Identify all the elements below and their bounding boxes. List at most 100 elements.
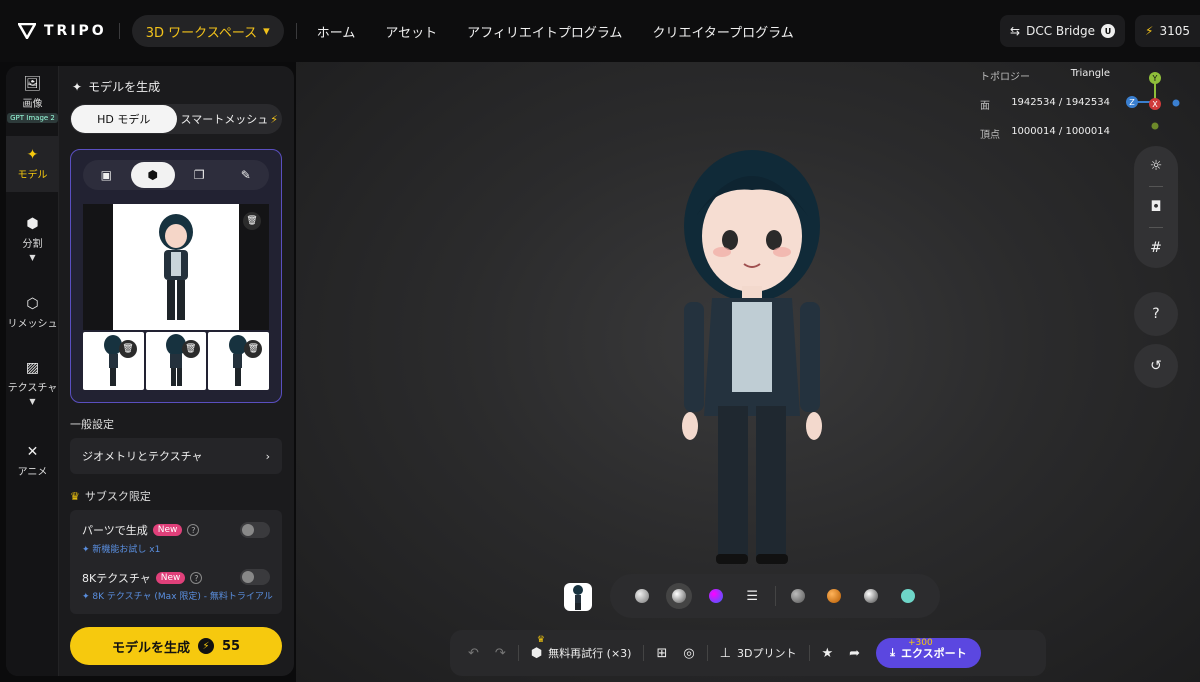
material-orange[interactable] [816,589,853,603]
rail-label: テクスチャ [7,383,58,394]
verts-value: 1000014 / 1000014 [1011,126,1110,137]
free-retry-button[interactable]: ♛ ⬢ 無料再試行 (×3) [523,630,640,676]
front-image [113,204,239,330]
view-thumbnails: 🗑 🗑 🗑 [83,332,270,390]
camera-icon[interactable]: ◘ [1150,187,1161,227]
geometry-texture-row[interactable]: ジオメトリとテクスチャ › [70,438,282,474]
sparkle-icon: ✦ [26,147,39,163]
topology-value: Triangle [1070,68,1110,79]
nav-home[interactable]: ホーム [317,22,356,41]
nav-affiliate[interactable]: アフィリエイトプログラム [467,22,622,41]
gallery-icon: ❐ [193,168,205,182]
sparkle-icon: ✦ [82,592,93,602]
help-icon[interactable]: ? [187,524,200,536]
gallery-tab[interactable]: ❐ [177,162,221,188]
share-button[interactable]: ➦ [841,630,868,676]
help-button[interactable]: ? [1134,292,1178,336]
rail-item-split[interactable]: ⬢ 分割 ▼ [6,216,59,262]
figure-icon: ✕ [26,444,39,460]
share-icon: ➦ [849,645,861,661]
material-gray[interactable] [779,589,816,603]
3d-viewport[interactable]: トポロジー Triangle 面 1942534 / 1942534 頂点 10… [296,62,1200,682]
delete-icon[interactable]: 🗑 [119,340,137,358]
print3d-label: 3Dプリント [737,647,797,660]
caret-down-icon: ▾ [263,23,270,39]
orbit-button[interactable]: ◎ [675,630,702,676]
grid-icon[interactable]: # [1150,228,1162,268]
mode-smart-label: スマートメッシュ [180,113,269,126]
material-normal[interactable] [697,589,734,603]
nav-creator[interactable]: クリエイタープログラム [652,22,793,41]
material-silver[interactable] [853,589,890,603]
generate-model-button[interactable]: モデルを生成 ⚡ 55 [70,627,282,665]
parts-gen-toggle[interactable] [240,522,270,538]
light-icon[interactable]: ☼ [1150,146,1163,186]
redo-icon: ↷ [494,645,506,661]
print3d-button[interactable]: ⊥ 3Dプリント [712,630,805,676]
divider [517,645,519,661]
character-model [682,150,822,564]
delete-icon[interactable]: 🗑 [243,212,261,230]
logo[interactable]: TRIPO [18,23,107,39]
image-upload-box[interactable]: ▣ ⬢ ❐ ✎ 🗑 🗑 🗑 🗑 [70,149,282,403]
unreal-icon: U [1101,24,1116,38]
rail-item-texture[interactable]: ▨ テクスチャ ▼ [6,360,59,406]
character-thumbnail [159,214,193,320]
workspace-dropdown[interactable]: 3D ワークスペース ▾ [131,15,284,47]
main-nav: ホーム アセット アフィリエイトプログラム クリエイタープログラム [317,22,794,41]
front-view-preview: 🗑 [83,204,269,330]
multi-view-tab[interactable]: ⬢ [130,162,175,188]
mode-hd-button[interactable]: HD モデル [71,105,177,133]
material-teal[interactable] [889,589,926,603]
settings-sliders-icon[interactable]: ☰ [734,589,771,604]
caret-down-icon: ▼ [29,397,36,406]
crown-icon: ♛ [70,489,80,503]
generate-cost: 55 [221,638,241,654]
mode-smart-button[interactable]: スマートメッシュ ⚡ [177,105,283,133]
axis-gizmo[interactable]: Y Z X [1112,66,1182,130]
crown-icon: ♛ [536,635,545,645]
cube-icon: ⬢ [26,216,39,232]
credits-button[interactable]: ⚡ 3105 [1135,15,1200,47]
gpt-badge: GPT Image 2 [7,113,58,123]
question-icon: ? [1152,306,1160,322]
avatar-thumbnail-button[interactable] [564,583,592,611]
help-icon[interactable]: ? [190,572,203,584]
verts-label: 頂点 [980,130,1000,141]
parts-gen-label: パーツで生成 [82,524,148,537]
faces-value: 1942534 / 1942534 [1011,97,1110,108]
parts-gen-option: パーツで生成 New ? [82,522,200,538]
left-panel: 🖼 画像 GPT Image 2 ✦ モデル ⬢ 分割 ▼ ⬡ リメッシュ ▨ … [6,66,294,676]
dcc-bridge-button[interactable]: ⇆ DCC Bridge U [1000,15,1126,47]
material-chrome[interactable] [661,583,698,609]
topology-label: トポロジー [980,72,1030,83]
rail-item-image[interactable]: 🖼 画像 GPT Image 2 [6,76,59,123]
character-thumbnail [573,585,583,610]
new-badge: New [155,572,186,584]
rail-label: モデル [17,170,48,181]
header-right: ⇆ DCC Bridge U ⚡ 3105 [1000,15,1200,47]
draw-tab[interactable]: ✎ [224,162,268,188]
nav-assets[interactable]: アセット [385,22,437,41]
gift-button[interactable]: ⊞ [648,630,675,676]
rail-item-anime[interactable]: ✕ アニメ [6,444,59,478]
rail-item-model[interactable]: ✦ モデル [6,136,59,192]
redo-button[interactable]: ↷ [487,630,514,676]
subscription-label: ♛ サブスク限定 [70,488,151,504]
side-view-thumb[interactable]: 🗑 [83,332,144,390]
divider [643,645,645,661]
generate-label: モデルを生成 [111,640,190,656]
history-button[interactable]: ↺ [1134,344,1178,388]
favorite-button[interactable]: ★ [814,630,842,676]
rail-label: 画像 [22,99,43,110]
rail-item-remesh[interactable]: ⬡ リメッシュ [6,296,59,330]
bolt-icon: ⚡ [1145,24,1154,38]
undo-button[interactable]: ↶ [460,630,487,676]
material-clay[interactable] [624,589,661,603]
back-view-thumb[interactable]: 🗑 [145,332,207,390]
tex8k-toggle[interactable] [240,569,270,585]
download-icon: ⤓ [890,646,895,659]
single-image-tab[interactable]: ▣ [84,162,128,188]
delete-icon[interactable]: 🗑 [181,340,200,358]
other-side-view-thumb[interactable]: 🗑 [208,332,270,390]
